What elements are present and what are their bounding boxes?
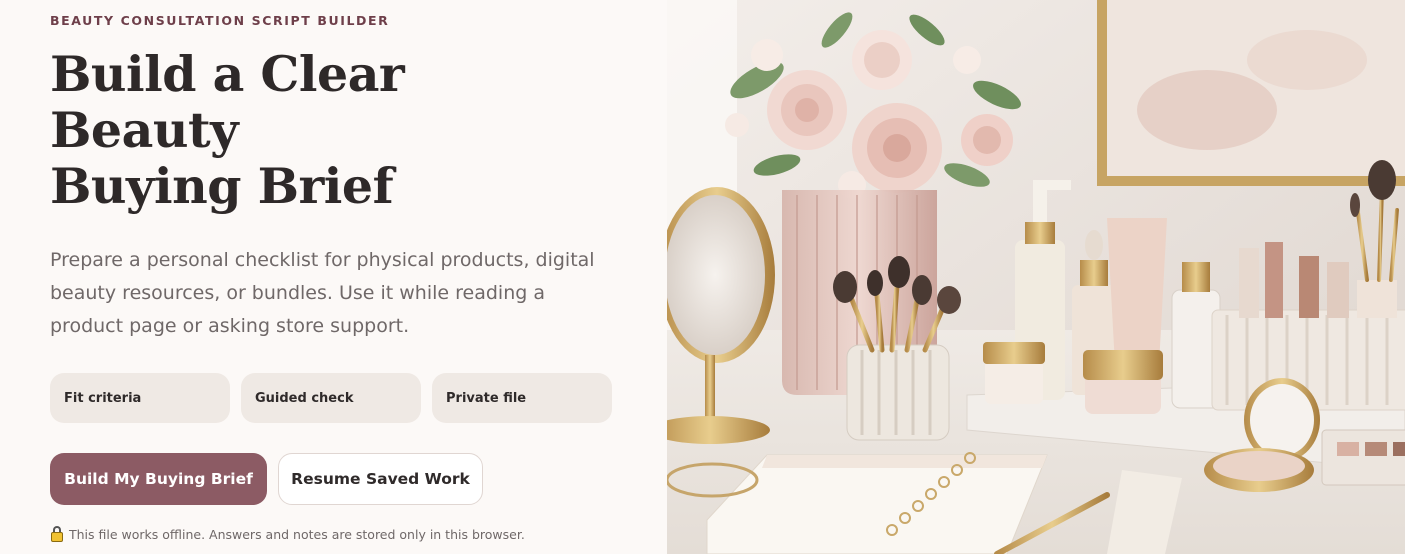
left-panel: BEAUTY CONSULTATION SCRIPT BUILDER Build…: [0, 0, 667, 554]
intro-text: Prepare a personal checklist for physica…: [50, 249, 595, 337]
offline-note-text: This file works offline. Answers and not…: [69, 526, 525, 542]
build-brief-button[interactable]: Build My Buying Brief: [50, 453, 267, 505]
resume-saved-work-button[interactable]: Resume Saved Work: [278, 453, 483, 505]
lock-icon: [50, 526, 64, 542]
chip-private-file: Private file: [432, 373, 612, 423]
page-title-line-2: Beauty: [50, 101, 239, 159]
hero-image: [667, 0, 1405, 554]
chip-guided-check: Guided check: [241, 373, 421, 423]
page-title-line-3: Buying Brief: [50, 157, 394, 215]
offline-note: This file works offline. Answers and not…: [50, 526, 525, 542]
chip-fit-criteria: Fit criteria: [50, 373, 230, 423]
action-buttons: Build My Buying Brief Resume Saved Work: [50, 453, 483, 505]
page-title: Build a Clear Beauty Buying Brief: [50, 46, 650, 214]
eyebrow-label: BEAUTY CONSULTATION SCRIPT BUILDER: [50, 13, 390, 28]
feature-chips: Fit criteria Guided check Private file: [50, 373, 612, 423]
vanity-photo: [667, 0, 1405, 554]
page-title-line-1: Build a Clear: [50, 45, 405, 103]
